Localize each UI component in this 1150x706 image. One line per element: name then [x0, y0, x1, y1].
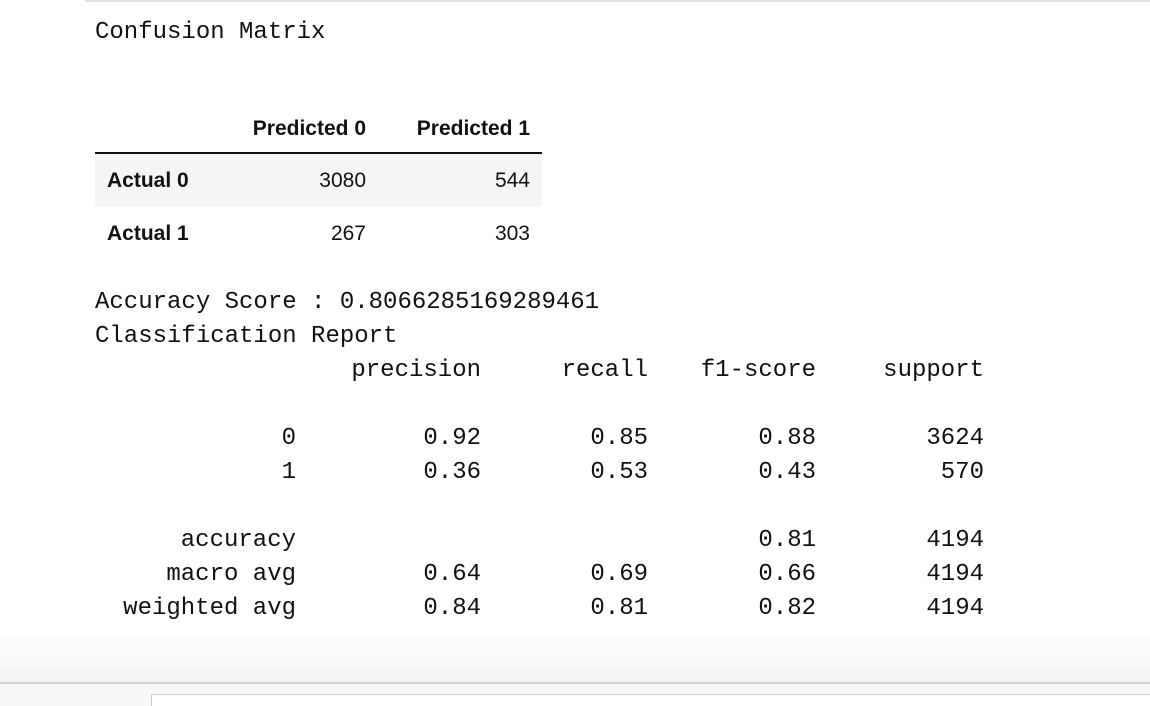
report-cell-support: 4194 — [926, 527, 984, 554]
report-summary-row: macro avg 0.64 0.69 0.66 4194 — [95, 558, 984, 592]
report-cell-f1: 0.66 — [758, 561, 816, 588]
confusion-matrix-table: Predicted 0 Predicted 1 Actual 0 3080 54… — [95, 106, 542, 260]
report-cell-precision: 0.92 — [423, 425, 481, 452]
report-summary-row: weighted avg 0.84 0.81 0.82 4194 — [95, 592, 984, 626]
classification-report: precision recall f1-score support 0 0.92… — [95, 354, 984, 626]
next-cell-prompt — [85, 694, 152, 706]
row-header-actual-0: Actual 0 — [107, 168, 189, 192]
confusion-matrix-title: Confusion Matrix — [95, 19, 326, 46]
notebook-page: Confusion Matrix Predicted 0 Predicted 1… — [0, 0, 1150, 706]
report-cell-f1: 0.88 — [758, 425, 816, 452]
report-row-label: 1 — [281, 459, 296, 486]
report-summary-row: accuracy 0.81 4194 — [95, 524, 984, 558]
report-cell-recall: 0.85 — [590, 425, 648, 452]
report-row-label: macro avg — [166, 561, 296, 588]
report-row-label: weighted avg — [123, 595, 296, 622]
report-cell-recall: 0.81 — [590, 595, 648, 622]
report-cell-f1: 0.82 — [758, 595, 816, 622]
table-row: Actual 1 267 303 — [95, 207, 542, 260]
table-cell: 544 — [494, 168, 530, 192]
report-cell-f1: 0.81 — [758, 527, 816, 554]
table-cell: 303 — [494, 221, 530, 245]
cell-output-area: Confusion Matrix Predicted 0 Predicted 1… — [0, 2, 1150, 684]
report-cell-support: 570 — [940, 459, 984, 486]
report-spacer — [95, 388, 210, 422]
report-cell-support: 3624 — [926, 425, 984, 452]
report-cell-support: 4194 — [926, 561, 984, 588]
report-row-label: accuracy — [180, 527, 296, 554]
table-row: Actual 0 3080 544 — [95, 153, 542, 207]
table-cell: 3080 — [319, 168, 366, 192]
table-cell: 267 — [330, 221, 366, 245]
report-row: 0 0.92 0.85 0.88 3624 — [95, 422, 984, 456]
report-header-recall: recall — [561, 357, 648, 384]
report-spacer — [95, 490, 210, 524]
report-cell-f1: 0.43 — [758, 459, 816, 486]
report-cell-precision: 0.64 — [423, 561, 481, 588]
table-corner-cell — [95, 106, 224, 154]
report-header-precision: precision — [351, 357, 481, 384]
report-header-row: precision recall f1-score support — [95, 354, 984, 388]
classification-report-title: Classification Report — [95, 323, 398, 350]
report-cell-precision: 0.84 — [423, 595, 481, 622]
row-header-actual-1: Actual 1 — [107, 221, 189, 245]
report-cell-recall: 0.53 — [590, 459, 648, 486]
report-header-support: support — [883, 357, 984, 384]
report-header-f1-score: f1-score — [700, 357, 816, 384]
report-cell-recall: 0.69 — [590, 561, 648, 588]
next-code-cell[interactable] — [85, 694, 1150, 706]
column-header-predicted-0: Predicted 0 — [224, 106, 378, 154]
next-cell-strip — [0, 682, 1150, 706]
column-header-predicted-1: Predicted 1 — [378, 106, 542, 154]
table-header-row: Predicted 0 Predicted 1 — [95, 106, 542, 154]
report-row: 1 0.36 0.53 0.43 570 — [95, 456, 984, 490]
report-cell-precision: 0.36 — [423, 459, 481, 486]
report-cell-support: 4194 — [926, 595, 984, 622]
accuracy-score-text: Accuracy Score : 0.8066285169289461 — [95, 289, 600, 316]
report-row-label: 0 — [281, 425, 296, 452]
